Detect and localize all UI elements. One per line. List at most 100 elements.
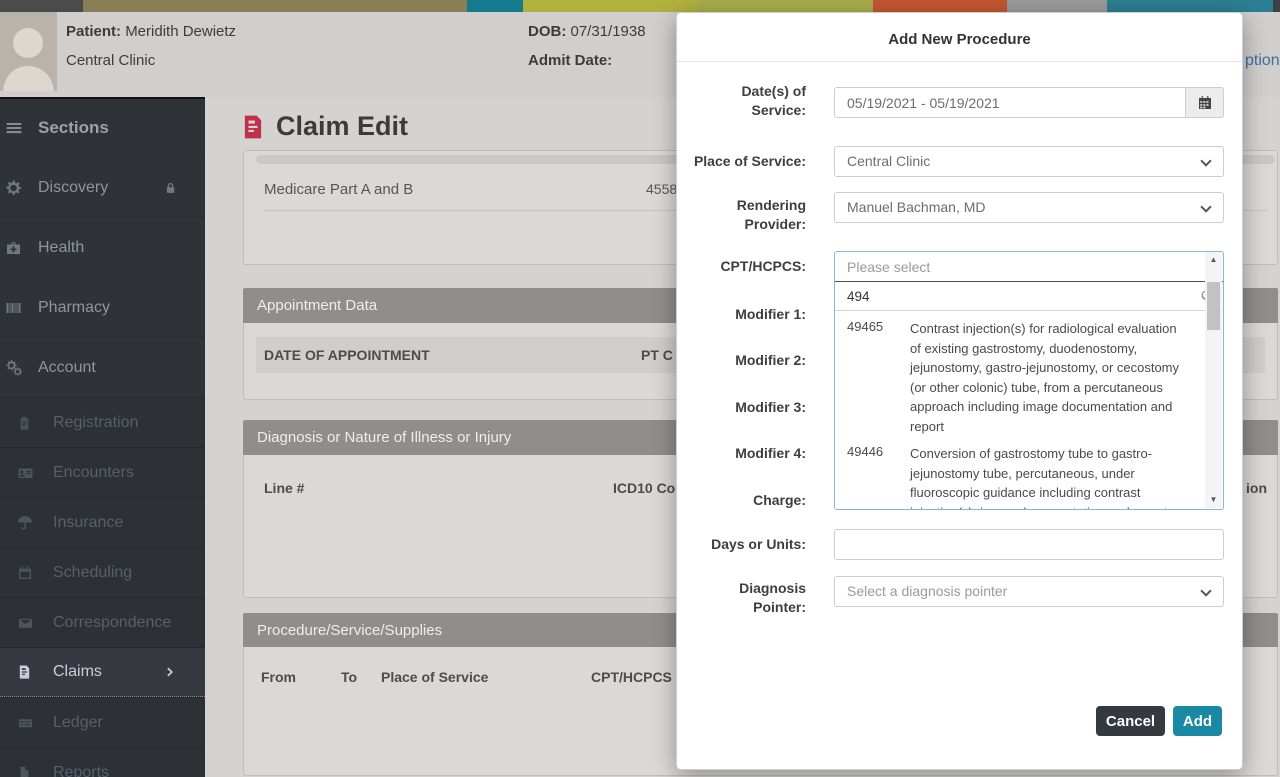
sidebar-item-label: Correspondence — [53, 614, 171, 632]
sidebar-item-label: Registration — [53, 414, 138, 432]
cpt-description: Contrast injection(s) for radiological e… — [910, 319, 1182, 436]
sidebar-item-label: Insurance — [53, 514, 123, 532]
diagnosis-pointer-select[interactable]: Select a diagnosis pointer — [834, 576, 1224, 607]
sidebar-item-insurance[interactable]: Insurance — [0, 497, 205, 547]
cpt-hcpcs-select[interactable]: Please select ▲ — [835, 252, 1223, 282]
cpt-description: Conversion of gastrostomy tube to gastro… — [910, 444, 1182, 509]
clipboard-icon — [17, 415, 32, 431]
cpt-hcpcs-label: CPT/HCPCS: — [691, 257, 806, 276]
scroll-up-arrow-icon[interactable]: ▲ — [1205, 252, 1222, 268]
sidebar-item-account[interactable]: Account — [0, 337, 205, 397]
days-or-units-input[interactable] — [834, 529, 1224, 560]
medkit-icon — [5, 240, 22, 256]
scroll-down-arrow-icon[interactable]: ▼ — [1205, 492, 1222, 508]
days-or-units-label: Days or Units: — [691, 535, 806, 554]
stripe-segment-dark-2 — [1273, 0, 1280, 12]
sidebar-item-label: Scheduling — [53, 564, 132, 582]
modal-title: Add New Procedure — [677, 31, 1242, 48]
rendering-provider-label: Rendering Provider: — [691, 196, 806, 234]
sidebar-item-label: Ledger — [53, 714, 103, 732]
cpt-code: 49446 — [847, 444, 883, 459]
cpt-search-input[interactable] — [835, 282, 1223, 310]
column-line-number: Line # — [264, 480, 304, 496]
sidebar-item-label: Account — [38, 359, 96, 377]
dates-of-service-label: Date(s) of Service: — [691, 82, 806, 120]
diagnosis-pointer-label: Diagnosis Pointer: — [691, 579, 806, 617]
sidebar-item-ledger[interactable]: Ledger — [0, 697, 205, 747]
stripe-segment-teal — [467, 0, 523, 12]
rendering-provider-select[interactable]: Manuel Bachman, MD — [834, 192, 1224, 223]
column-from: From — [261, 669, 296, 685]
sidebar-item-encounters[interactable]: Encounters — [0, 447, 205, 497]
truncated-link-fragment[interactable]: ption — [1245, 52, 1280, 70]
modifier-3-label: Modifier 3: — [691, 398, 806, 417]
sidebar-item-reports[interactable]: Reports — [0, 747, 205, 777]
modifier-2-label: Modifier 2: — [691, 351, 806, 370]
file-icon — [17, 765, 31, 777]
column-description-truncated: ion — [1246, 480, 1267, 496]
cpt-results-list: 49465 Contrast injection(s) for radiologi… — [835, 313, 1223, 509]
modifier-1-label: Modifier 1: — [691, 305, 806, 324]
cpt-list-scrollbar[interactable]: ▲ ▼ — [1205, 252, 1222, 508]
cpt-hcpcs-combobox: Please select ▲ 49465 Contrast injection(… — [834, 251, 1224, 510]
gear-icon — [5, 179, 22, 196]
page-title: Claim Edit — [276, 111, 408, 142]
ledger-icon — [17, 715, 34, 730]
claims-document-icon — [17, 664, 32, 680]
cpt-code: 49465 — [847, 319, 883, 334]
column-pt-code-truncated: PT C — [641, 347, 673, 363]
place-of-service-select[interactable]: Central Clinic — [834, 146, 1224, 177]
add-button[interactable]: Add — [1173, 706, 1222, 736]
stripe-segment-orange — [873, 0, 1007, 12]
sidebar-item-label: Encounters — [53, 464, 134, 482]
column-to: To — [341, 669, 357, 685]
sidebar-item-label: Reports — [53, 764, 109, 777]
sidebar-item-label: Health — [38, 239, 84, 257]
calendar-button[interactable] — [1186, 87, 1224, 118]
sidebar-item-claims[interactable]: Claims — [0, 647, 205, 697]
sidebar-item-label: Pharmacy — [38, 299, 110, 317]
column-icd10-truncated: ICD10 Co — [613, 480, 675, 496]
chevron-down-icon — [1200, 585, 1211, 596]
sidebar-item-health[interactable]: Health — [0, 217, 205, 277]
cpt-result-option[interactable]: 49465 Contrast injection(s) for radiologi… — [835, 313, 1223, 438]
menu-icon — [5, 119, 23, 137]
sidebar-nav: Sections Discovery Health Pharmacy Account R… — [0, 97, 205, 777]
dates-of-service-input[interactable] — [834, 87, 1186, 118]
column-date-of-appointment: DATE OF APPOINTMENT — [264, 347, 430, 363]
stripe-segment-gray — [1007, 0, 1107, 12]
lock-icon — [164, 180, 177, 195]
patient-label: Patient: — [66, 23, 121, 40]
stripe-segment-tan — [83, 0, 467, 12]
id-card-icon — [17, 465, 34, 481]
column-cpt-hcpcs: CPT/HCPCS — [591, 669, 672, 685]
sidebar-item-pharmacy[interactable]: Pharmacy — [0, 277, 205, 337]
sidebar-sections-header[interactable]: Sections — [0, 99, 205, 157]
stripe-segment-teal-2 — [1107, 0, 1273, 12]
sidebar-item-scheduling[interactable]: Scheduling — [0, 547, 205, 597]
cpt-result-option[interactable]: 49446 Conversion of gastrostomy tube to g… — [835, 438, 1223, 509]
sidebar-item-discovery[interactable]: Discovery — [0, 157, 205, 217]
charge-label: Charge: — [691, 491, 806, 510]
cpt-placeholder: Please select — [847, 259, 930, 275]
chevron-down-icon — [1200, 155, 1211, 166]
insurance-plan-name: Medicare Part A and B — [264, 181, 413, 198]
gears-icon — [5, 359, 23, 376]
claim-document-icon — [240, 112, 266, 142]
modifier-4-label: Modifier 4: — [691, 444, 806, 463]
stripe-segment-yellow-green — [523, 0, 698, 12]
sidebar-item-registration[interactable]: Registration — [0, 397, 205, 447]
top-color-stripe — [0, 0, 1280, 12]
sidebar-item-label: Claims — [53, 663, 102, 681]
cancel-button[interactable]: Cancel — [1096, 706, 1165, 736]
dob-label: DOB: — [528, 23, 566, 40]
diagnosis-pointer-placeholder: Select a diagnosis pointer — [847, 583, 1007, 599]
sidebar-item-correspondence[interactable]: Correspondence — [0, 597, 205, 647]
chevron-right-icon — [164, 665, 177, 679]
sidebar-title-label: Sections — [38, 118, 109, 138]
chevron-down-icon — [1200, 201, 1211, 212]
scrollbar-thumb[interactable] — [1207, 282, 1220, 330]
stripe-segment-dark-gray — [0, 0, 83, 12]
place-of-service-label: Place of Service: — [691, 152, 806, 171]
barcode-icon — [5, 300, 22, 316]
